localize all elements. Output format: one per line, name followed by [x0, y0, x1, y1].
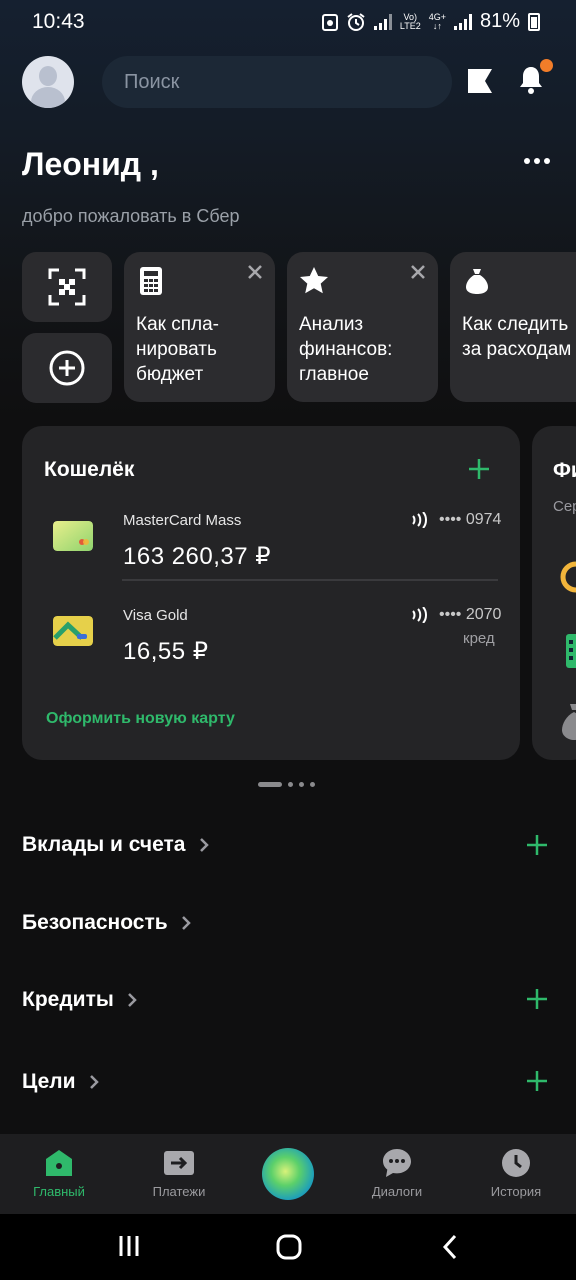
alarm-icon [347, 12, 365, 31]
back-icon[interactable] [441, 1234, 459, 1260]
add-card-icon[interactable] [468, 458, 490, 480]
card-type-note: кред [463, 630, 495, 647]
plus-circle-icon [49, 350, 85, 386]
star-icon [300, 267, 328, 294]
nav-label: История [490, 1184, 542, 1199]
user-greeting: Леонид , [22, 146, 159, 182]
add-button[interactable] [22, 333, 112, 403]
chevron-right-icon [89, 1075, 99, 1089]
search-input[interactable]: Поиск [102, 56, 452, 108]
card-balance: 16,55 ₽ [123, 638, 209, 665]
battery-percent: 81% [479, 10, 520, 32]
card-number: •••• 2070 [439, 606, 502, 623]
nav-label: Главный [33, 1184, 85, 1199]
section-label: Цели [22, 1070, 76, 1093]
contactless-icon [412, 607, 427, 623]
card-row-mastercard[interactable]: MasterCard Mass 163 260,37 ₽ •••• 0974 [22, 506, 520, 576]
card-row-visa[interactable]: Visa Gold 16,55 ₽ •••• 2070 кред [22, 601, 520, 671]
section-security[interactable]: Безопасность [22, 911, 192, 935]
peek-title: Фи [553, 459, 576, 482]
donut-chart-icon [560, 561, 576, 593]
notification-dot [540, 59, 553, 72]
chat-bubble-icon [383, 1149, 411, 1177]
system-nav-bar [0, 1214, 576, 1280]
card-name: Visa Gold [123, 607, 188, 624]
close-icon[interactable] [247, 264, 263, 280]
home-icon [46, 1150, 72, 1176]
section-label: Безопасность [22, 911, 168, 934]
qr-scan-button[interactable] [22, 252, 112, 322]
nav-label: Платежи [152, 1184, 206, 1199]
card-number: •••• 0974 [439, 511, 502, 528]
story-card-finance[interactable]: Анализ финансов: главное [287, 252, 438, 402]
section-credits[interactable]: Кредиты [22, 988, 138, 1012]
add-credit-icon[interactable] [526, 988, 548, 1010]
network-badge: Vo) LTE2 [399, 11, 421, 31]
wallet-title: Кошелёк [44, 458, 135, 481]
section-goals[interactable]: Цели [22, 1070, 100, 1094]
story-text: Анализ финансов: главное [299, 314, 393, 385]
welcome-text: добро пожаловать в Сбер [22, 206, 240, 226]
avatar[interactable] [22, 56, 74, 108]
flag-icon[interactable] [466, 67, 494, 95]
clock-icon [502, 1149, 530, 1177]
qr-scan-icon [48, 268, 86, 306]
signal-1-icon [373, 13, 392, 30]
net-type-badge: 4G+ ↓↑ [428, 11, 446, 31]
screen-record-icon [321, 13, 338, 31]
story-text: Как спла- нировать бюджет [136, 314, 219, 385]
section-deposits[interactable]: Вклады и счета [22, 833, 210, 857]
carousel-pager [258, 782, 315, 787]
finance-card-peek[interactable]: Фи Сер [532, 426, 576, 760]
story-card-expenses[interactable]: Как следить за расходам [450, 252, 576, 402]
home-system-icon[interactable] [276, 1234, 302, 1260]
chevron-right-icon [199, 838, 209, 852]
card-balance: 163 260,37 ₽ [123, 543, 272, 570]
nav-home[interactable]: Главный [4, 1134, 114, 1214]
divider [122, 579, 498, 581]
mastercard-image [53, 521, 93, 551]
nav-label: Диалоги [371, 1184, 423, 1199]
nav-dialogs[interactable]: Диалоги [342, 1134, 452, 1214]
chevron-right-icon [127, 993, 137, 1007]
transfer-icon [164, 1151, 194, 1175]
more-options-icon[interactable] [524, 158, 550, 164]
status-icons: Vo) LTE2 4G+ ↓↑ 81% [321, 10, 540, 33]
calculator-icon [140, 267, 162, 295]
calculator-green-icon [566, 634, 576, 668]
assistant-button[interactable] [262, 1148, 314, 1200]
chevron-right-icon [181, 916, 191, 930]
story-text: Как следить за расходам [462, 314, 572, 360]
status-time: 10:43 [32, 10, 85, 33]
section-label: Кредиты [22, 988, 114, 1011]
visa-card-image [53, 616, 93, 646]
contactless-icon [412, 512, 427, 528]
recent-apps-icon[interactable] [118, 1234, 140, 1258]
add-goal-icon[interactable] [526, 1070, 548, 1092]
card-name: MasterCard Mass [123, 512, 242, 529]
section-label: Вклады и счета [22, 833, 186, 856]
close-icon[interactable] [410, 264, 426, 280]
wallet-card: Кошелёк MasterCard Mass 163 260,37 ₽ •••… [22, 426, 520, 760]
money-bag-gray-icon [562, 704, 576, 740]
signal-2-icon [453, 13, 472, 30]
story-card-budget[interactable]: Как спла- нировать бюджет [124, 252, 275, 402]
nav-history[interactable]: История [461, 1134, 571, 1214]
money-bag-icon [466, 269, 488, 294]
new-card-link[interactable]: Оформить новую карту [46, 710, 235, 728]
add-deposit-icon[interactable] [526, 834, 548, 856]
search-placeholder: Поиск [124, 70, 180, 93]
battery-icon [528, 12, 540, 31]
nav-payments[interactable]: Платежи [124, 1134, 234, 1214]
peek-subtitle: Сер [553, 498, 576, 515]
